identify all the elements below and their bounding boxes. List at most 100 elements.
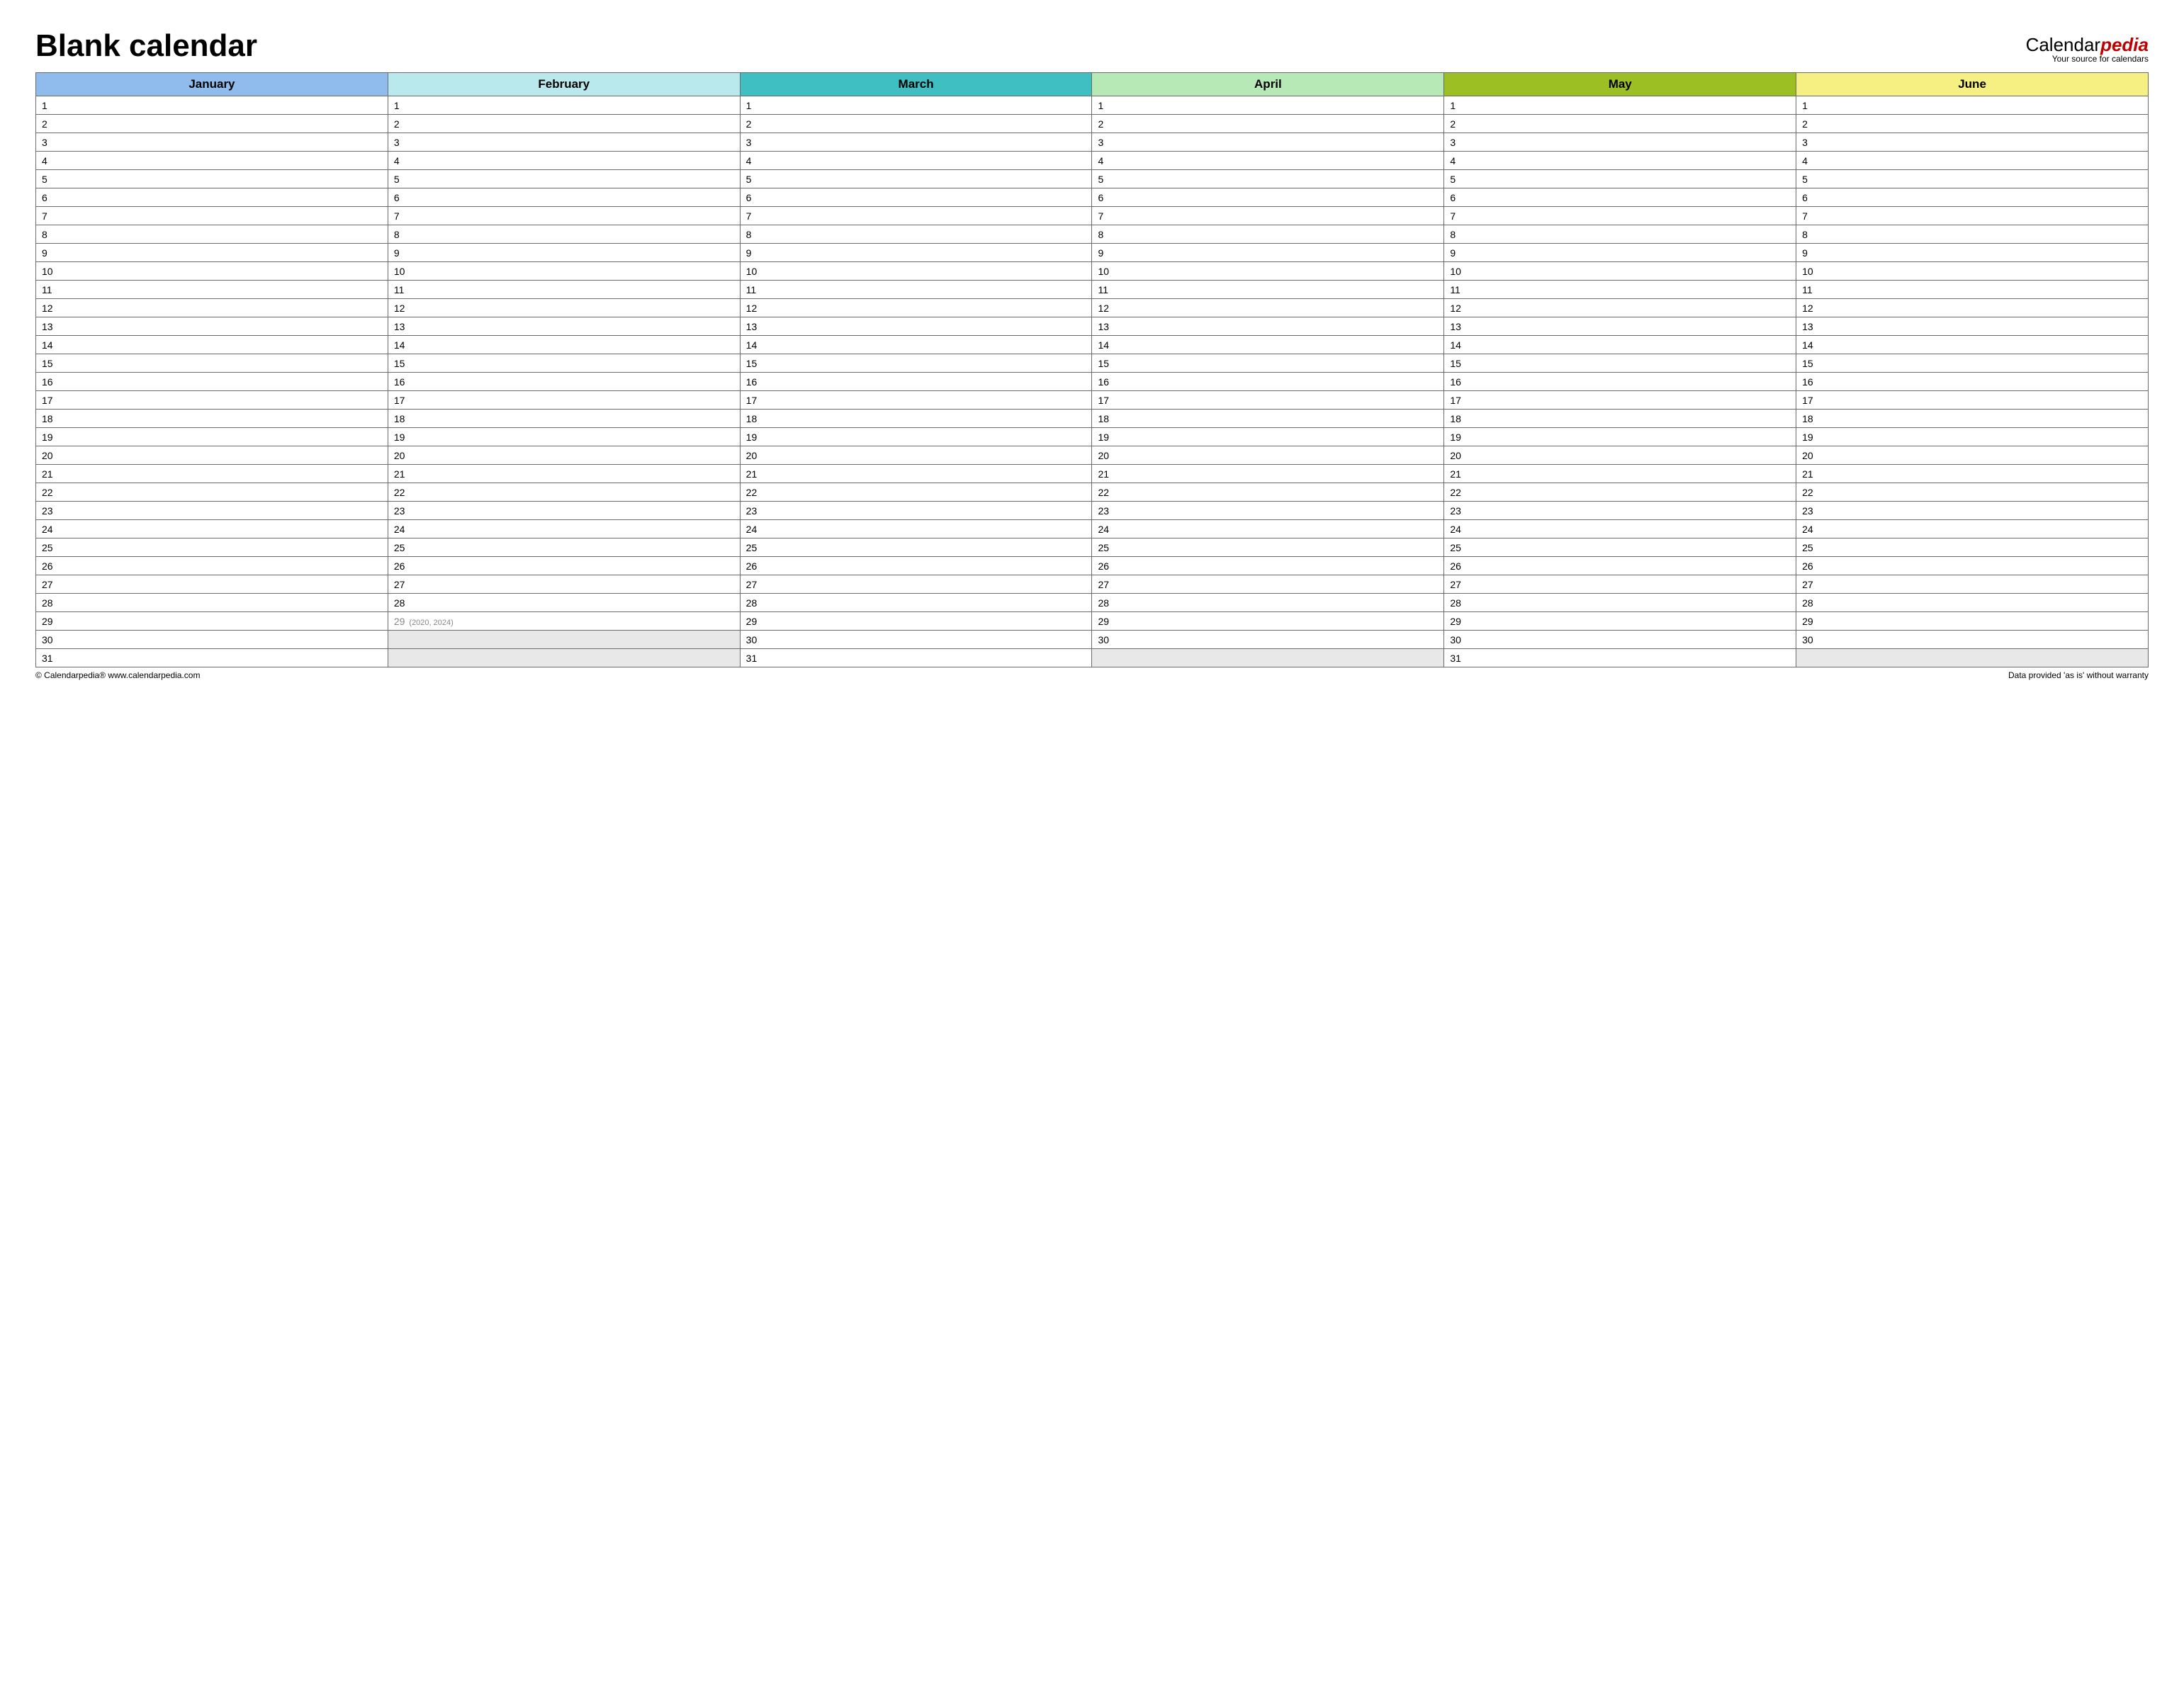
day-cell: 16 — [36, 373, 388, 391]
day-cell: 21 — [1444, 465, 1796, 483]
day-cell: 27 — [388, 575, 740, 594]
day-cell: 26 — [1444, 557, 1796, 575]
day-row: 666666 — [36, 188, 2149, 207]
day-cell: 5 — [388, 170, 740, 188]
day-cell: 10 — [36, 262, 388, 281]
day-cell: 3 — [1796, 133, 2149, 152]
day-cell: 10 — [1444, 262, 1796, 281]
day-cell: 4 — [388, 152, 740, 170]
day-cell: 13 — [740, 317, 1092, 336]
day-cell: 21 — [1092, 465, 1444, 483]
day-row: 888888 — [36, 225, 2149, 244]
day-cell: 10 — [388, 262, 740, 281]
day-row: 101010101010 — [36, 262, 2149, 281]
day-row: 313131 — [36, 649, 2149, 667]
day-row: 333333 — [36, 133, 2149, 152]
day-cell: 21 — [388, 465, 740, 483]
day-row: 171717171717 — [36, 391, 2149, 410]
day-cell: 1 — [388, 96, 740, 115]
day-cell: 20 — [388, 446, 740, 465]
day-cell: 1 — [36, 96, 388, 115]
month-header: February — [388, 73, 740, 96]
day-cell: 28 — [1444, 594, 1796, 612]
day-cell: 22 — [1444, 483, 1796, 502]
day-cell: 19 — [36, 428, 388, 446]
day-cell: 16 — [1092, 373, 1444, 391]
brand-tagline: Your source for calendars — [2026, 54, 2149, 64]
day-cell: 11 — [740, 281, 1092, 299]
day-cell: 28 — [388, 594, 740, 612]
day-cell: 2 — [1092, 115, 1444, 133]
day-cell: 11 — [1092, 281, 1444, 299]
day-cell: 3 — [36, 133, 388, 152]
day-cell: 25 — [1092, 538, 1444, 557]
day-cell: 23 — [1796, 502, 2149, 520]
day-row: 777777 — [36, 207, 2149, 225]
day-cell: 15 — [388, 354, 740, 373]
day-cell: 27 — [1796, 575, 2149, 594]
day-cell: 5 — [1796, 170, 2149, 188]
day-cell: 26 — [1092, 557, 1444, 575]
day-cell: 22 — [36, 483, 388, 502]
day-cell: 14 — [1796, 336, 2149, 354]
day-cell: 25 — [36, 538, 388, 557]
day-cell: 18 — [1092, 410, 1444, 428]
day-row: 242424242424 — [36, 520, 2149, 538]
day-cell: 6 — [740, 188, 1092, 207]
day-cell: 30 — [1092, 631, 1444, 649]
day-cell: 22 — [1092, 483, 1444, 502]
day-cell: 23 — [1444, 502, 1796, 520]
month-header: March — [740, 73, 1092, 96]
day-row: 141414141414 — [36, 336, 2149, 354]
day-cell: 15 — [1444, 354, 1796, 373]
day-cell: 16 — [1444, 373, 1796, 391]
day-cell: 14 — [1444, 336, 1796, 354]
day-cell: 1 — [740, 96, 1092, 115]
day-cell: 26 — [36, 557, 388, 575]
day-cell: 20 — [740, 446, 1092, 465]
day-cell: 28 — [36, 594, 388, 612]
day-row: 202020202020 — [36, 446, 2149, 465]
day-cell: 18 — [388, 410, 740, 428]
day-cell: 29 — [36, 612, 388, 631]
day-cell: 16 — [1796, 373, 2149, 391]
day-cell: 19 — [740, 428, 1092, 446]
day-cell: 28 — [1796, 594, 2149, 612]
day-row: 161616161616 — [36, 373, 2149, 391]
footer-left: © Calendarpedia® www.calendarpedia.com — [35, 670, 200, 680]
day-cell: 24 — [1444, 520, 1796, 538]
day-cell: 3 — [1092, 133, 1444, 152]
day-cell: 26 — [740, 557, 1092, 575]
day-cell: 4 — [740, 152, 1092, 170]
day-cell: 31 — [740, 649, 1092, 667]
day-cell: 6 — [1444, 188, 1796, 207]
day-cell: 10 — [1796, 262, 2149, 281]
day-cell: 14 — [740, 336, 1092, 354]
footer: © Calendarpedia® www.calendarpedia.com D… — [35, 670, 2149, 680]
day-cell: 24 — [36, 520, 388, 538]
day-cell: 8 — [1444, 225, 1796, 244]
day-cell: 19 — [1796, 428, 2149, 446]
day-cell: 15 — [36, 354, 388, 373]
header: Blank calendar Calendarpedia Your source… — [35, 28, 2149, 64]
day-cell: 30 — [36, 631, 388, 649]
day-cell: 3 — [1444, 133, 1796, 152]
day-cell: 23 — [36, 502, 388, 520]
day-cell: 21 — [740, 465, 1092, 483]
day-cell: 16 — [388, 373, 740, 391]
day-cell: 4 — [1796, 152, 2149, 170]
day-cell: 18 — [1444, 410, 1796, 428]
day-cell: 24 — [388, 520, 740, 538]
day-cell: 6 — [1092, 188, 1444, 207]
day-row: 999999 — [36, 244, 2149, 262]
day-cell: 17 — [1444, 391, 1796, 410]
day-cell: 25 — [740, 538, 1092, 557]
day-row: 3030303030 — [36, 631, 2149, 649]
day-cell: 30 — [740, 631, 1092, 649]
page-title: Blank calendar — [35, 28, 257, 64]
day-row: 2929(2020, 2024)29292929 — [36, 612, 2149, 631]
month-header: April — [1092, 73, 1444, 96]
day-cell: 20 — [1092, 446, 1444, 465]
day-cell: 21 — [36, 465, 388, 483]
day-cell: 18 — [1796, 410, 2149, 428]
